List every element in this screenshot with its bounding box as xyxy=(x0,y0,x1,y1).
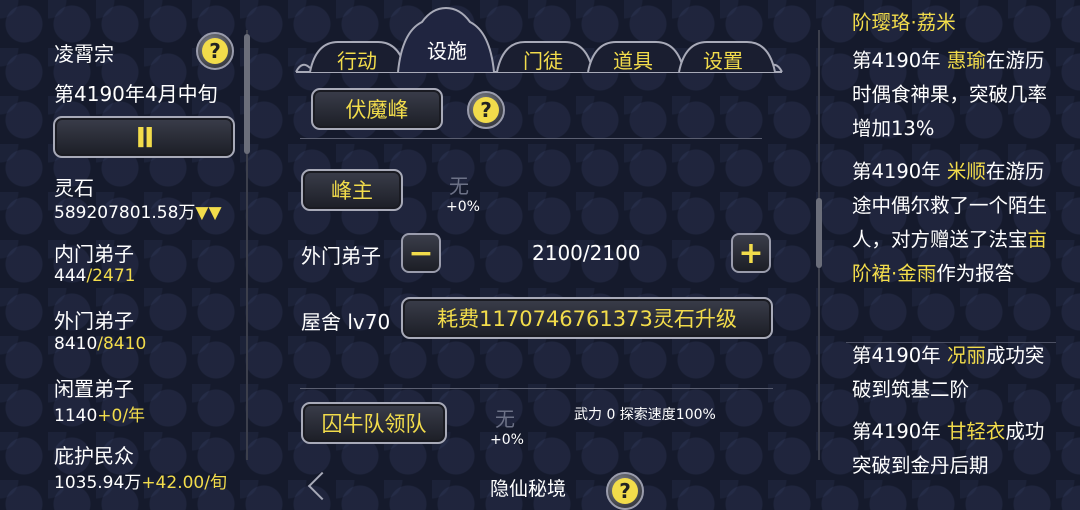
realm-help-button[interactable]: ? xyxy=(606,472,644,510)
civilians-current: 1035.94万 xyxy=(54,473,142,493)
log-entry: 第4190年 惠瑜在游历时偶食神果，突破几率增加13% xyxy=(852,44,1057,146)
log-text: 第4190年 xyxy=(852,420,947,443)
upgrade-house-button[interactable]: 耗费1170746761373灵石升级 xyxy=(401,297,773,339)
team-leader-button[interactable]: 囚牛队领队 xyxy=(301,402,447,444)
idle-disciples-rate: +0/年 xyxy=(97,406,146,426)
tab-action[interactable]: 行动 xyxy=(320,38,394,80)
question-icon: ? xyxy=(473,97,499,123)
tab-items[interactable]: 道具 xyxy=(596,38,670,80)
decrease-button[interactable]: − xyxy=(401,233,441,273)
tab-settings[interactable]: 设置 xyxy=(686,38,760,80)
left-scrollbar[interactable] xyxy=(244,34,250,154)
log-entry: 第4190年 米顺在游历途中偶尔救了一个陌生人，对方赠送了法宝亩阶裙·金雨作为报… xyxy=(852,155,1057,325)
minus-icon: − xyxy=(408,235,434,271)
outer-disciples-max: /8410 xyxy=(97,334,147,354)
log-entry: 第4190年 甘轻衣成功突破到金丹后期 xyxy=(852,415,1057,483)
peak-select-button[interactable]: 伏魔峰 xyxy=(311,88,443,130)
outer-assign-count: 2100/2100 xyxy=(532,241,641,265)
inner-disciples-max: /2471 xyxy=(86,266,136,286)
outer-assign-label: 外门弟子 xyxy=(301,244,381,268)
sect-status-panel: 凌霄宗 ? 第4190年4月中旬 II 灵石 589207801.58万▼▼ 内… xyxy=(0,0,262,493)
tab-facilities[interactable]: 设施 xyxy=(410,28,484,70)
pause-icon: II xyxy=(135,120,155,154)
log-highlight-text: 惠瑜 xyxy=(946,49,986,72)
peak-lord-value: 无 xyxy=(449,174,469,198)
log-highlight-text: 况丽 xyxy=(946,344,986,367)
main-scrollbar[interactable] xyxy=(816,198,822,268)
question-icon: ? xyxy=(612,478,638,504)
house-level-label: 屋舍 lv70 xyxy=(301,310,391,334)
sect-name: 凌霄宗 xyxy=(54,42,114,66)
stone-label: 灵石 xyxy=(54,176,94,200)
team-leader-bonus: +0% xyxy=(490,432,524,448)
divider xyxy=(300,388,773,389)
peak-lord-button[interactable]: 峰主 xyxy=(301,169,403,211)
peak-help-button[interactable]: ? xyxy=(467,91,505,129)
chevron-left-icon[interactable] xyxy=(307,471,337,501)
peak-lord-bonus: +0% xyxy=(446,199,480,215)
idle-disciples-current: 1140 xyxy=(54,406,98,426)
log-highlight-text: 甘轻衣 xyxy=(946,420,1006,443)
outer-disciples-current: 8410 xyxy=(54,334,98,354)
log-text: 第4190年 xyxy=(852,160,947,183)
log-text: 第4190年 xyxy=(852,344,947,367)
log-text: 作为报答 xyxy=(936,262,1015,285)
log-highlight-text: 米顺 xyxy=(946,160,986,183)
log-top-item: 阶璎珞·荔米 xyxy=(852,11,956,34)
civilians-rate: +42.00/旬 xyxy=(141,473,227,493)
inner-disciples-current: 444 xyxy=(54,266,87,286)
pause-button[interactable]: II xyxy=(53,116,235,158)
log-text: 第4190年 xyxy=(852,49,947,72)
idle-disciples-label: 闲置弟子 xyxy=(54,377,134,401)
outer-disciples-label: 外门弟子 xyxy=(54,309,134,333)
team-stats: 武力 0 探索速度100% xyxy=(574,407,716,423)
question-icon: ? xyxy=(202,38,228,64)
stone-value: 589207801.58万 xyxy=(54,203,196,223)
increase-button[interactable]: + xyxy=(731,233,771,273)
inner-disciples-label: 内门弟子 xyxy=(54,242,134,266)
divider xyxy=(300,138,762,139)
stone-trend-icon: ▼▼ xyxy=(195,203,222,223)
team-leader-value: 无 xyxy=(495,407,515,431)
secret-realm-label: 隐仙秘境 xyxy=(490,478,567,500)
sect-help-button[interactable]: ? xyxy=(196,32,234,70)
current-date: 第4190年4月中旬 xyxy=(54,82,218,106)
log-entry: 第4190年 况丽成功突破到筑基二阶 xyxy=(852,339,1057,407)
tab-disciples[interactable]: 门徒 xyxy=(506,38,580,80)
plus-icon: + xyxy=(738,235,764,271)
civilians-label: 庇护民众 xyxy=(54,444,134,468)
